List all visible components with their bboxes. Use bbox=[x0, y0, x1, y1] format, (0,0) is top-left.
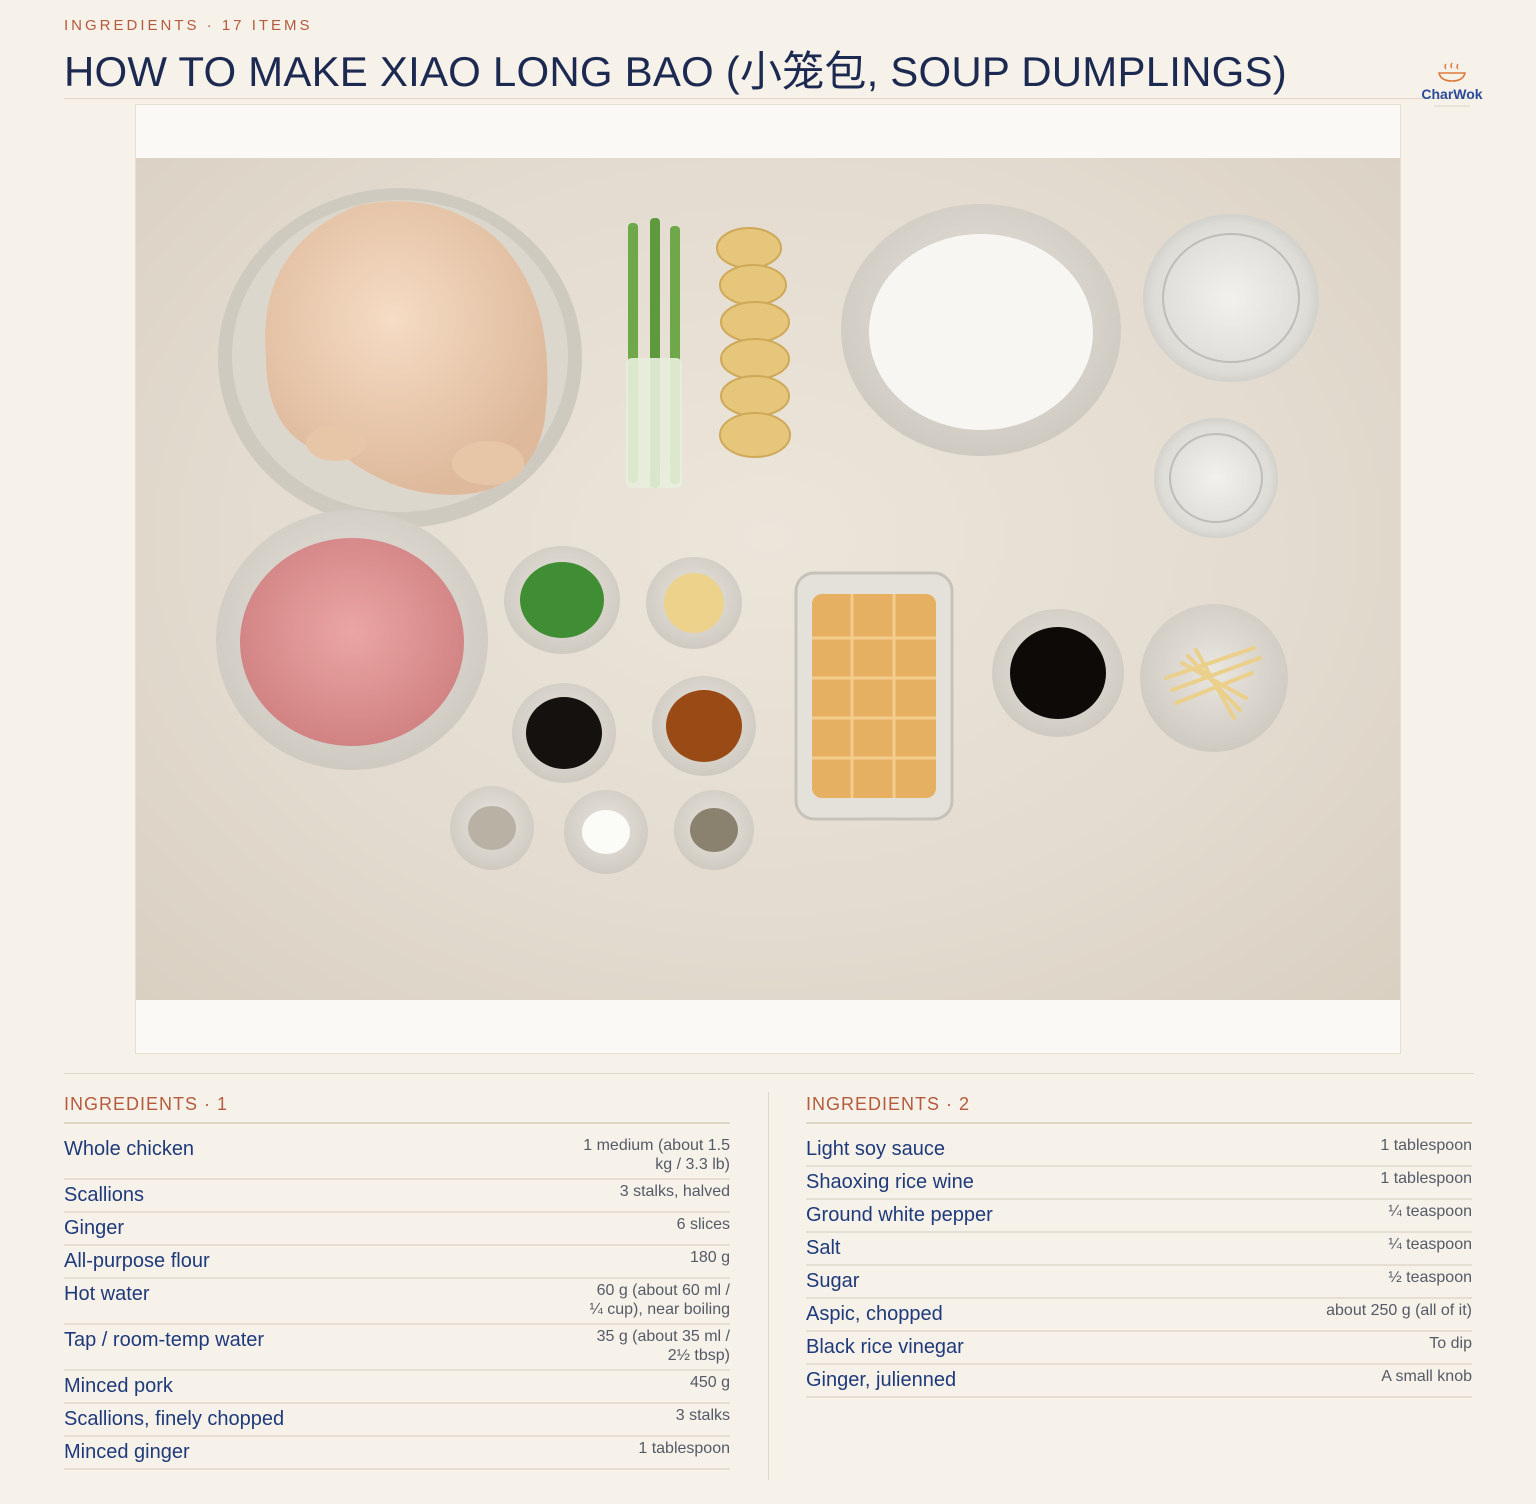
ingredient-row: Minced ginger 1 tablespoon bbox=[64, 1437, 730, 1470]
ingredient-row: Aspic, chopped about 250 g (all of it) bbox=[806, 1299, 1472, 1332]
ingredient-quantity: 180 g bbox=[689, 1249, 730, 1266]
ingredient-row: Tap / room-temp water 35 g (about 35 ml /… bbox=[64, 1325, 730, 1371]
ingredient-name: Shaoxing rice wine bbox=[806, 1171, 974, 1193]
heading-separator: · bbox=[204, 1094, 212, 1114]
ingredient-quantity: about 250 g (all of it) bbox=[1326, 1302, 1472, 1319]
column-heading-number: 2 bbox=[959, 1094, 971, 1114]
column-heading-label: INGREDIENTS bbox=[806, 1094, 941, 1114]
column-heading-label: INGREDIENTS bbox=[64, 1094, 199, 1114]
ingredient-name: Minced ginger bbox=[64, 1441, 190, 1463]
ingredient-name: Black rice vinegar bbox=[806, 1336, 964, 1358]
scallions bbox=[626, 218, 682, 488]
ingredient-name: Ginger, julienned bbox=[806, 1369, 957, 1391]
ingredients-column-2: INGREDIENTS · 2 Light soy sauce 1 tablespoo… bbox=[806, 1092, 1472, 1398]
ingredient-name: Aspic, chopped bbox=[806, 1303, 943, 1325]
ingredient-quantity: 6 slices bbox=[676, 1216, 730, 1233]
flour-bowl bbox=[841, 204, 1121, 456]
ingredient-row: Scallions, finely chopped 3 stalks bbox=[64, 1404, 730, 1437]
ingredient-row: Ground white pepper ¼ teaspoon bbox=[806, 1200, 1472, 1233]
column-heading: INGREDIENTS · 2 bbox=[806, 1092, 1472, 1124]
ingredient-name: All-purpose flour bbox=[64, 1250, 210, 1272]
page-title: HOW TO MAKE XIAO LONG BAO (小笼包, SOUP DUM… bbox=[64, 48, 1287, 95]
ingredient-quantity: ¼ teaspoon bbox=[1388, 1203, 1472, 1220]
water-bowls bbox=[1143, 214, 1319, 538]
ingredient-row: Light soy sauce 1 tablespoon bbox=[806, 1134, 1472, 1167]
brand-name: CharWok bbox=[1421, 86, 1483, 102]
sugar-bowl bbox=[674, 790, 754, 870]
ingredient-row: Ginger 6 slices bbox=[64, 1213, 730, 1246]
ingredient-row: Black rice vinegar To dip bbox=[806, 1332, 1472, 1365]
column-heading: INGREDIENTS · 1 bbox=[64, 1092, 730, 1124]
ingredient-count-kicker: INGREDIENTS · 17 ITEMS bbox=[64, 17, 313, 34]
ingredient-name: Whole chicken bbox=[64, 1138, 195, 1160]
chopped-scallion-bowl bbox=[504, 546, 620, 654]
ingredient-quantity: 450 g bbox=[689, 1374, 730, 1391]
shaoxing-wine-bowl bbox=[652, 676, 756, 776]
minced-pork-bowl bbox=[216, 510, 488, 770]
soy-sauce-bowl bbox=[512, 683, 616, 783]
minced-ginger-bowl bbox=[646, 557, 742, 649]
salt-bowl bbox=[564, 790, 648, 874]
ingredient-row: Ginger, julienned A small knob bbox=[806, 1365, 1472, 1398]
white-pepper-bowl bbox=[450, 786, 534, 870]
ingredients-photo bbox=[136, 158, 1400, 1000]
ingredient-quantity: 35 g (about 35 ml / 2½ tbsp) bbox=[596, 1328, 730, 1364]
ingredient-row: All-purpose flour 180 g bbox=[64, 1246, 730, 1279]
heading-separator: · bbox=[946, 1094, 954, 1114]
ingredient-quantity: 1 tablespoon bbox=[1380, 1170, 1472, 1187]
ingredient-quantity: 3 stalks, halved bbox=[619, 1183, 730, 1200]
ingredient-row: Salt ¼ teaspoon bbox=[806, 1233, 1472, 1266]
ingredient-name: Minced pork bbox=[64, 1375, 173, 1397]
column-divider bbox=[768, 1092, 769, 1480]
ingredient-quantity: 1 tablespoon bbox=[1380, 1137, 1472, 1154]
ingredient-quantity: 1 medium (about 1.5 kg / 3.3 lb) bbox=[583, 1137, 730, 1173]
ingredient-row: Hot water 60 g (about 60 ml / ¼ cup), nea… bbox=[64, 1279, 730, 1325]
ingredient-name: Hot water bbox=[64, 1283, 150, 1305]
ingredient-name: Light soy sauce bbox=[806, 1138, 945, 1160]
ingredient-row: Shaoxing rice wine 1 tablespoon bbox=[806, 1167, 1472, 1200]
ingredient-name: Scallions bbox=[64, 1184, 145, 1206]
brand-tagline-rule bbox=[1434, 105, 1470, 107]
ingredient-name: Ginger bbox=[64, 1217, 125, 1239]
ingredient-name: Sugar bbox=[806, 1270, 860, 1292]
brand-logo[interactable]: CharWok bbox=[1414, 62, 1490, 107]
ingredient-quantity: To dip bbox=[1429, 1335, 1472, 1352]
section-divider bbox=[64, 1073, 1474, 1074]
ingredient-quantity: 60 g (about 60 ml / ¼ cup), near boiling bbox=[589, 1282, 730, 1318]
ingredients-column-1: INGREDIENTS · 1 Whole chicken 1 medium (abo… bbox=[64, 1092, 730, 1470]
ingredient-row: Minced pork 450 g bbox=[64, 1371, 730, 1404]
ingredient-name: Tap / room-temp water bbox=[64, 1329, 265, 1351]
ginger-slices bbox=[716, 227, 791, 458]
ingredient-name: Scallions, finely chopped bbox=[64, 1408, 285, 1430]
ingredient-name: Salt bbox=[806, 1237, 841, 1259]
ingredient-quantity: A small knob bbox=[1381, 1368, 1472, 1385]
ingredient-name: Ground white pepper bbox=[806, 1204, 993, 1226]
ingredient-quantity: 1 tablespoon bbox=[638, 1440, 730, 1457]
ingredient-row: Scallions 3 stalks, halved bbox=[64, 1180, 730, 1213]
julienned-ginger-plate bbox=[1140, 604, 1288, 752]
steaming-wok-icon bbox=[1437, 62, 1467, 82]
black-vinegar-bowl bbox=[992, 609, 1124, 737]
column-heading-number: 1 bbox=[217, 1094, 229, 1114]
ingredient-quantity: ½ teaspoon bbox=[1388, 1269, 1472, 1286]
ingredient-quantity: ¼ teaspoon bbox=[1388, 1236, 1472, 1253]
ingredient-quantity: 3 stalks bbox=[675, 1407, 730, 1424]
aspic-container bbox=[794, 571, 954, 821]
whole-chicken-plate bbox=[218, 188, 582, 528]
ingredient-row: Sugar ½ teaspoon bbox=[806, 1266, 1472, 1299]
ingredient-row: Whole chicken 1 medium (about 1.5 kg / 3.… bbox=[64, 1134, 730, 1180]
title-divider bbox=[64, 98, 1474, 99]
